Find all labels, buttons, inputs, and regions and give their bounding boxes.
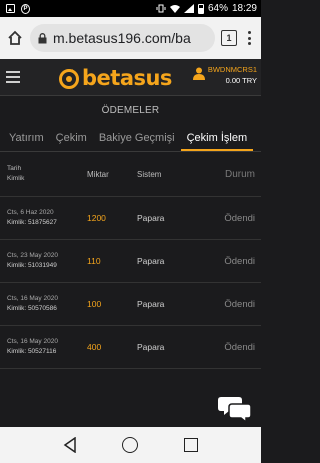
row-amount: 1200 <box>87 213 106 223</box>
row-system: Papara <box>137 213 165 223</box>
address-bar[interactable]: m.betasus196.com/ba <box>30 24 215 52</box>
logo-ring-icon <box>59 69 79 89</box>
back-icon[interactable] <box>63 437 77 453</box>
home-icon[interactable] <box>6 29 24 47</box>
gallery-notification-icon <box>6 4 15 13</box>
tab-bakiye-gecmisi[interactable]: Bakiye Geçmişi <box>93 132 181 151</box>
withdrawal-table: Tarih Kimlik Miktar Sistem Durum Cts, 6 … <box>0 152 261 369</box>
browser-toolbar: m.betasus196.com/ba 1 <box>0 17 261 59</box>
row-amount: 100 <box>87 299 102 309</box>
brand-name: betasus <box>82 66 172 90</box>
row-id: Kimlik: 51031949 <box>7 262 57 269</box>
site-header: betasus BWDNMCRS1 0.00 TRY <box>0 59 261 95</box>
signal-icon <box>183 4 194 13</box>
header-system: Sistem <box>137 169 162 179</box>
row-date: Cts, 6 Haz 2020 <box>7 209 54 216</box>
row-system: Papara <box>137 342 165 352</box>
hamburger-menu-icon[interactable] <box>6 71 20 83</box>
recent-apps-icon[interactable] <box>184 438 199 452</box>
row-system: Papara <box>137 256 165 266</box>
account-balance: 0.00 TRY <box>225 76 257 85</box>
p-notification-icon: P <box>21 3 30 14</box>
row-id: Kimlik: 50527116 <box>7 348 57 355</box>
page-title: ÖDEMELER <box>0 96 261 124</box>
site-logo[interactable]: betasus <box>58 66 172 90</box>
table-header: Tarih Kimlik Miktar Sistem Durum <box>0 152 261 197</box>
nav-home-icon[interactable] <box>122 437 139 453</box>
row-id: Kimlik: 51875627 <box>7 219 57 226</box>
wifi-icon <box>169 5 180 13</box>
android-status-bar: P 64% 18:29 <box>0 0 261 17</box>
header-date: Tarih <box>7 165 22 172</box>
row-system: Papara <box>137 299 165 309</box>
row-status: Ödendi <box>224 298 255 310</box>
row-amount: 110 <box>87 256 101 266</box>
header-amount: Miktar <box>87 169 109 179</box>
row-id: Kimlik: 50570586 <box>7 305 57 312</box>
row-status: Ödendi <box>224 341 255 353</box>
clock: 18:29 <box>231 3 257 14</box>
browser-menu-icon[interactable] <box>243 31 255 45</box>
table-row[interactable]: Cts, 16 May 2020 Kimlik: 50527116 400 Pa… <box>0 326 261 369</box>
tab-yatirim[interactable]: Yatırım <box>0 132 50 151</box>
row-amount: 400 <box>87 342 102 352</box>
lock-icon <box>38 32 47 43</box>
user-icon <box>192 67 205 80</box>
tab-cekim-islem[interactable]: Çekim İşlem <box>180 132 254 151</box>
user-account[interactable]: BWDNMCRS1 0.00 TRY <box>192 64 257 86</box>
android-nav-bar <box>0 427 261 463</box>
row-status: Ödendi <box>224 255 255 267</box>
row-date: Cts, 23 May 2020 <box>7 252 58 259</box>
table-row[interactable]: Cts, 16 May 2020 Kimlik: 50570586 100 Pa… <box>0 283 261 326</box>
url-text: m.betasus196.com/ba <box>53 30 191 46</box>
header-id: Kimlik <box>7 175 25 182</box>
battery-level: 64% <box>207 3 228 14</box>
row-date: Cts, 16 May 2020 <box>7 338 58 345</box>
tab-cekim[interactable]: Çekim <box>50 132 93 151</box>
row-status: Ödendi <box>224 212 255 224</box>
battery-icon <box>197 3 204 14</box>
vibrate-icon <box>156 4 166 13</box>
table-row[interactable]: Cts, 23 May 2020 Kimlik: 51031949 110 Pa… <box>0 240 261 283</box>
header-status: Durum <box>224 168 255 180</box>
table-row[interactable]: Cts, 6 Haz 2020 Kimlik: 51875627 1200 Pa… <box>0 197 261 240</box>
payments-tabs: Yatırım Çekim Bakiye Geçmişi Çekim İşlem <box>0 124 261 152</box>
username: BWDNMCRS1 <box>207 65 257 74</box>
row-date: Cts, 16 May 2020 <box>7 295 58 302</box>
tab-switcher-button[interactable]: 1 <box>221 30 237 46</box>
chat-bubbles-icon[interactable] <box>218 393 252 423</box>
